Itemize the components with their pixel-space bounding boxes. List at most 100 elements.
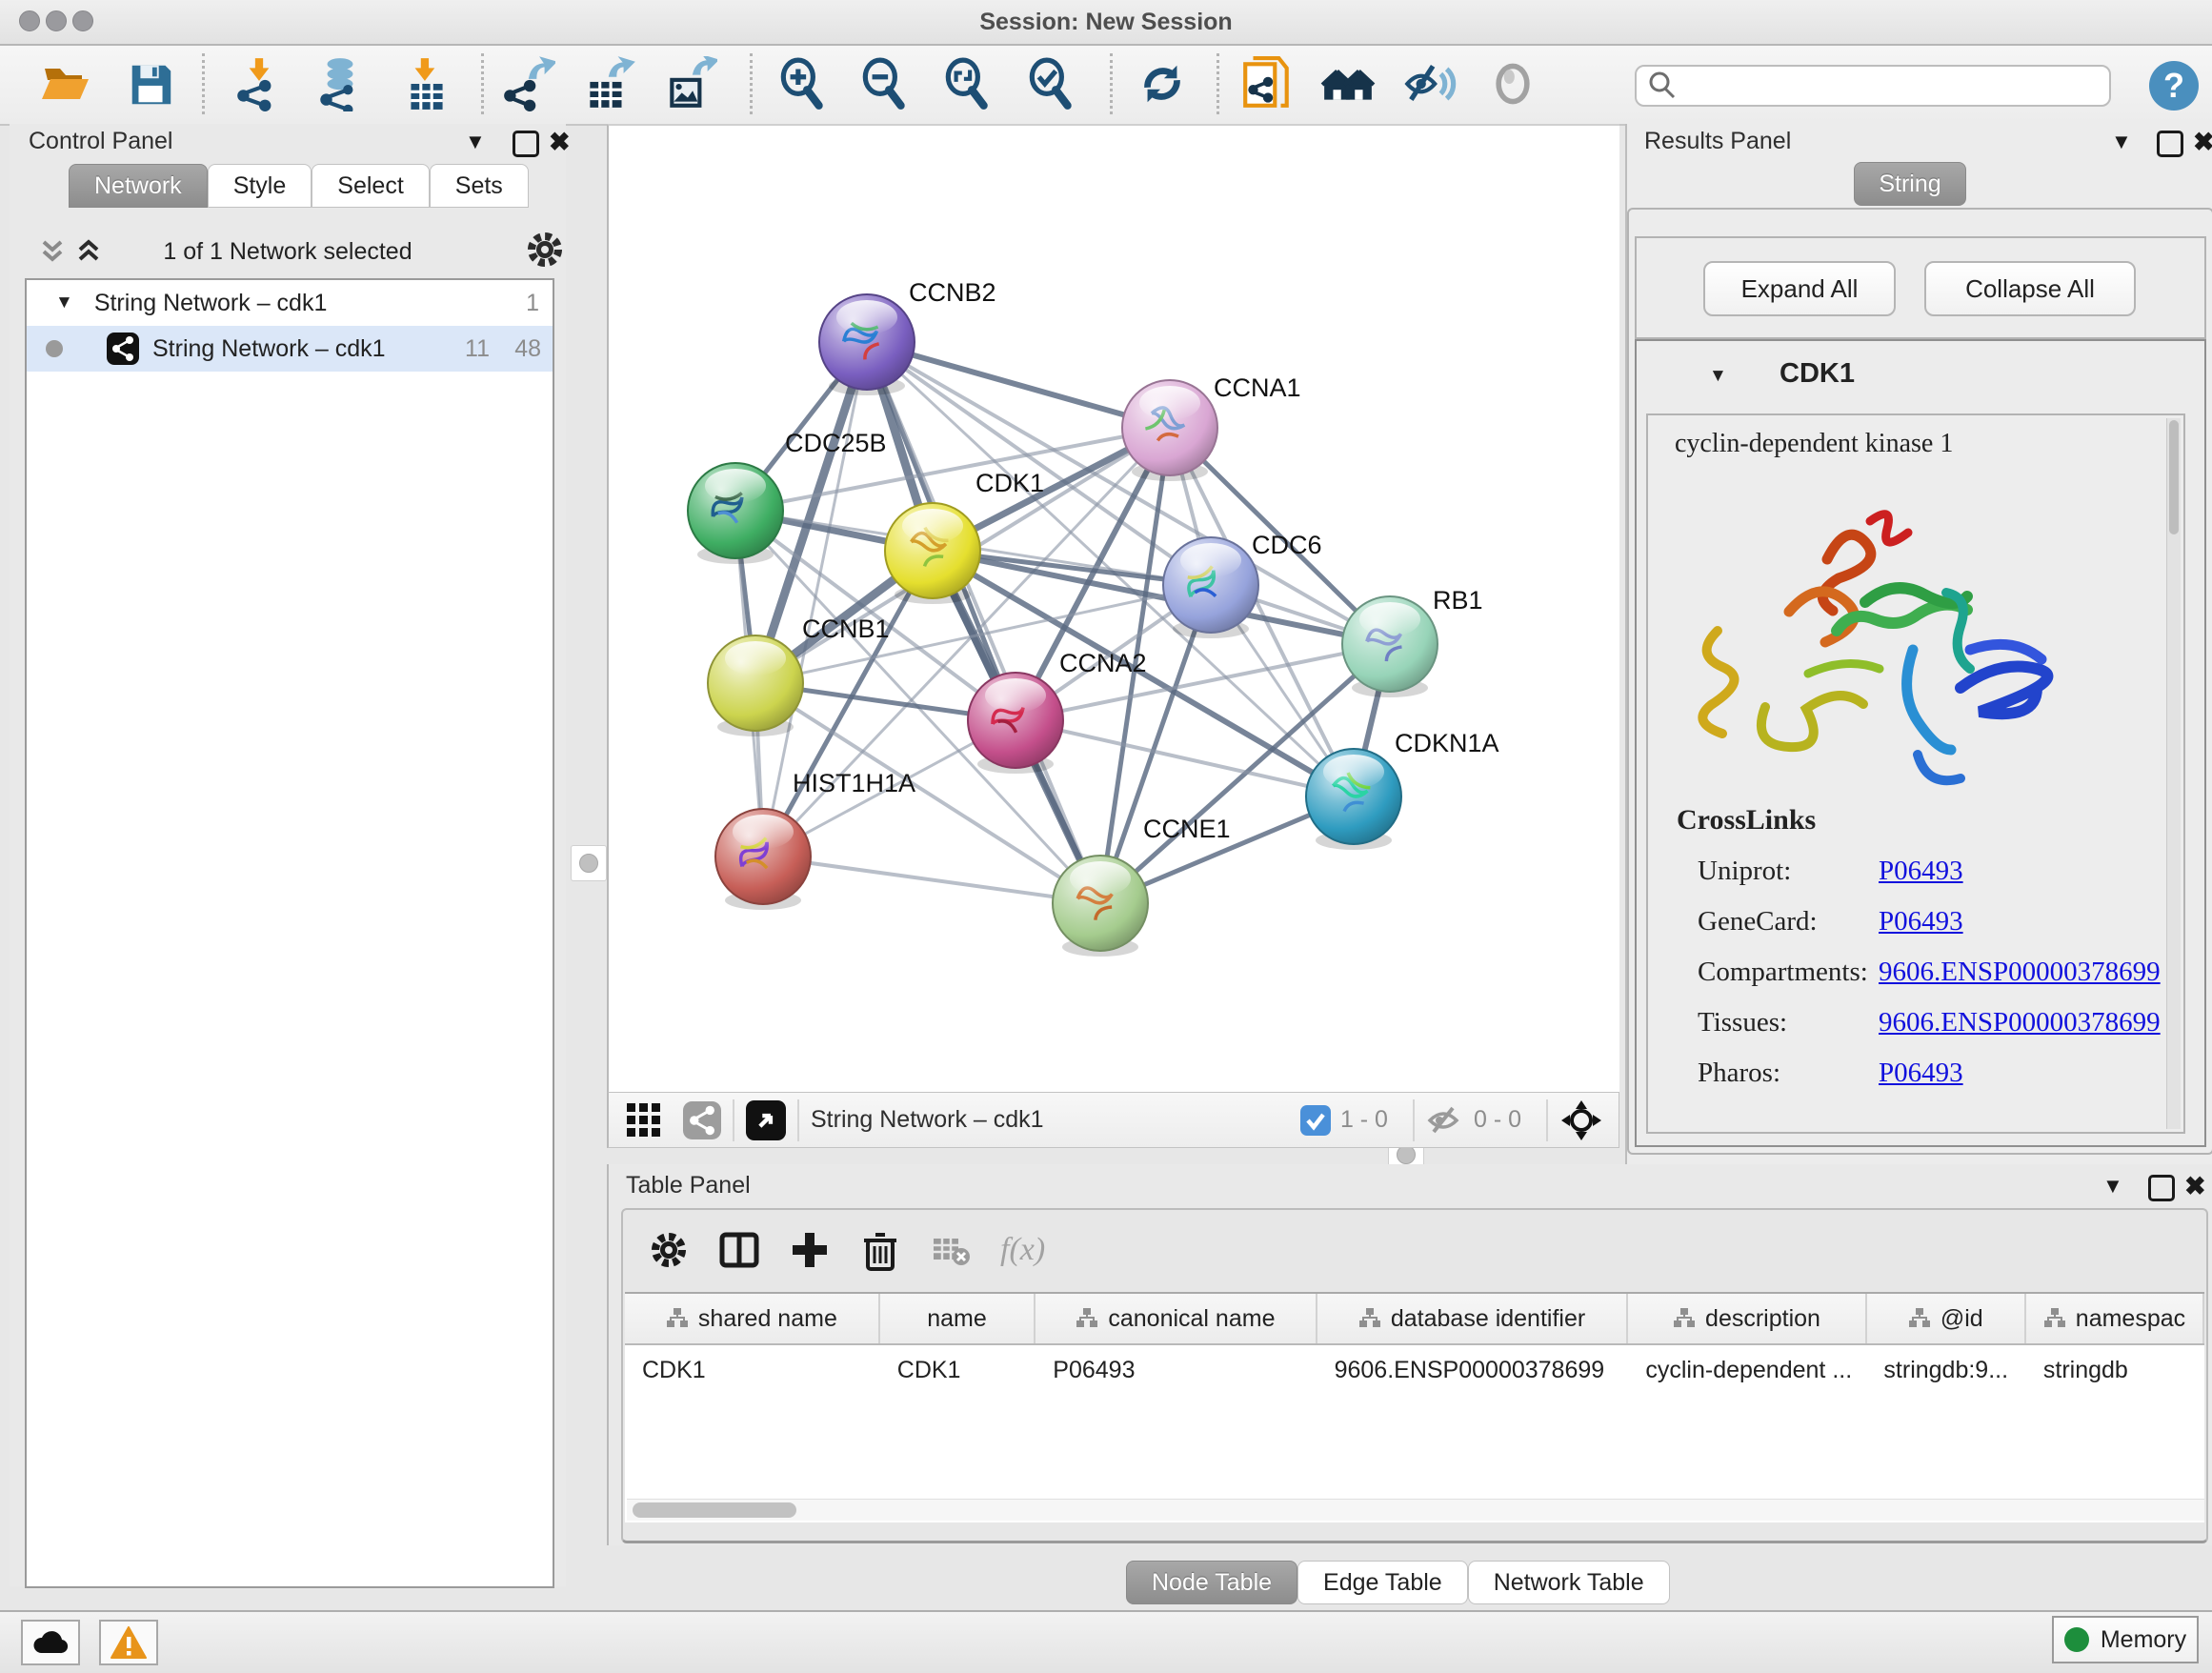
tab-style[interactable]: Style xyxy=(208,164,312,208)
left-splitter-handle[interactable] xyxy=(571,845,607,881)
show-columns-icon[interactable] xyxy=(718,1229,760,1271)
tab-sets[interactable]: Sets xyxy=(430,164,529,208)
gene-collapse-triangle-icon[interactable]: ▼ xyxy=(1709,366,1727,387)
network-graph[interactable]: CCNB2CCNA1CDC25BCDK1CDC6RB1CCNB1CCNA2CDK… xyxy=(609,126,1619,1090)
import-network-button[interactable] xyxy=(231,55,288,112)
collapse-triangle-icon[interactable]: ▼ xyxy=(55,292,73,313)
save-session-button[interactable] xyxy=(122,55,179,112)
selected-checkbox-icon[interactable] xyxy=(1300,1105,1331,1136)
node-table[interactable]: shared namenamecanonical namedatabase id… xyxy=(625,1292,2204,1522)
control-panel-close-icon[interactable]: ✖ xyxy=(549,128,571,157)
control-panel-float-icon[interactable] xyxy=(513,131,539,157)
warning-status-button[interactable] xyxy=(99,1620,158,1665)
results-buttons-box: Expand All Collapse All xyxy=(1635,236,2206,339)
zoom-selected-button[interactable] xyxy=(1022,55,1079,112)
toolbar-divider xyxy=(1546,1099,1548,1141)
search-input[interactable] xyxy=(1635,65,2111,107)
function-builder-icon[interactable]: f(x) xyxy=(1000,1232,1045,1268)
hidden-count: 0 - 0 xyxy=(1474,1106,1521,1134)
tab-edge-table[interactable]: Edge Table xyxy=(1297,1561,1468,1604)
collapse-all-button[interactable]: Collapse All xyxy=(1924,261,2136,316)
grid-view-icon[interactable] xyxy=(626,1102,662,1139)
node-label-CDK1: CDK1 xyxy=(975,469,1044,497)
tab-network[interactable]: Network xyxy=(69,164,208,208)
export-network-button[interactable] xyxy=(499,55,556,112)
zoom-out-button[interactable] xyxy=(855,55,913,112)
crosslink-link[interactable]: P06493 xyxy=(1879,1058,1963,1089)
add-column-plus-icon[interactable] xyxy=(789,1229,831,1271)
control-panel-menu-icon[interactable]: ▼ xyxy=(465,130,486,154)
hide-enhanced-graphics-button[interactable] xyxy=(1484,55,1541,112)
export-image-button[interactable] xyxy=(661,55,718,112)
help-button[interactable]: ? xyxy=(2149,61,2199,111)
column-header--id[interactable]: @id xyxy=(1867,1294,2026,1343)
node-CDC25B[interactable]: CDC25B xyxy=(688,429,887,564)
network-row-selected[interactable]: String Network – cdk1 11 48 xyxy=(27,326,553,372)
column-header-description[interactable]: description xyxy=(1628,1294,1866,1343)
column-header-shared-name[interactable]: shared name xyxy=(625,1294,880,1343)
node-CCNA1[interactable]: CCNA1 xyxy=(1122,373,1301,481)
node-CDC6[interactable]: CDC6 xyxy=(1163,531,1322,638)
tab-node-table[interactable]: Node Table xyxy=(1126,1561,1297,1604)
enhanced-graphics-button[interactable] xyxy=(1400,55,1458,112)
string-protein-query-button[interactable] xyxy=(1319,55,1377,112)
crosslink-link[interactable]: 9606.ENSP00000378699 xyxy=(1879,1007,2161,1038)
results-panel-close-icon[interactable]: ✖ xyxy=(2193,128,2212,157)
table-horizontal-scrollbar[interactable] xyxy=(627,1499,2204,1521)
tab-string[interactable]: String xyxy=(1854,162,1966,206)
gene-description: cyclin-dependent kinase 1 xyxy=(1675,429,1953,459)
open-session-button[interactable] xyxy=(36,55,93,112)
memory-button[interactable]: Memory xyxy=(2052,1616,2199,1663)
tab-select[interactable]: Select xyxy=(312,164,429,208)
network-collection-row[interactable]: ▼ String Network – cdk1 1 xyxy=(27,280,553,326)
expand-all-button[interactable]: Expand All xyxy=(1703,261,1896,316)
table-row[interactable]: CDK1CDK1P064939606.ENSP00000378699cyclin… xyxy=(625,1345,2204,1395)
table-cell[interactable]: CDK1 xyxy=(880,1345,1036,1395)
crosslink-link[interactable]: P06493 xyxy=(1879,856,1963,887)
crosslink-link[interactable]: 9606.ENSP00000378699 xyxy=(1879,957,2161,988)
column-header-database-identifier[interactable]: database identifier xyxy=(1317,1294,1629,1343)
network-view-share-icon[interactable] xyxy=(683,1101,721,1139)
table-cell[interactable]: 9606.ENSP00000378699 xyxy=(1317,1345,1629,1395)
crosslink-label: Pharos: xyxy=(1698,1058,1879,1089)
table-cell[interactable]: stringdb xyxy=(2026,1345,2204,1395)
table-panel-close-icon[interactable]: ✖ xyxy=(2184,1172,2206,1201)
network-options-gear-icon[interactable] xyxy=(524,229,566,275)
table-scrollbar-thumb[interactable] xyxy=(633,1502,796,1518)
hidden-eye-icon[interactable] xyxy=(1426,1105,1464,1136)
column-header-canonical-name[interactable]: canonical name xyxy=(1036,1294,1317,1343)
tab-network-table[interactable]: Network Table xyxy=(1468,1561,1670,1604)
table-cell[interactable]: cyclin-dependent ... xyxy=(1628,1345,1866,1395)
zoom-fit-button[interactable] xyxy=(938,55,995,112)
column-header-namespac[interactable]: namespac xyxy=(2026,1294,2204,1343)
node-RB1[interactable]: RB1 xyxy=(1342,586,1483,697)
import-table-button[interactable] xyxy=(398,55,455,112)
import-network-from-database-button[interactable] xyxy=(312,55,369,112)
results-panel-menu-icon[interactable]: ▼ xyxy=(2111,130,2132,154)
table-cell[interactable]: CDK1 xyxy=(625,1345,880,1395)
cloud-status-button[interactable] xyxy=(21,1620,80,1665)
node-HIST1H1A[interactable]: HIST1H1A xyxy=(715,769,915,910)
results-panel-float-icon[interactable] xyxy=(2157,131,2183,157)
birdseye-view-icon[interactable] xyxy=(746,1100,786,1140)
delete-column-trash-icon[interactable] xyxy=(859,1229,901,1271)
table-panel-float-icon[interactable] xyxy=(2148,1175,2175,1201)
table-cell[interactable]: stringdb:9... xyxy=(1866,1345,2025,1395)
node-CDKN1A[interactable]: CDKN1A xyxy=(1306,729,1499,850)
column-header-name[interactable]: name xyxy=(880,1294,1036,1343)
node-CCNB2[interactable]: CCNB2 xyxy=(819,278,996,395)
delete-table-icon[interactable] xyxy=(930,1229,972,1271)
results-scrollbar-thumb[interactable] xyxy=(2169,420,2179,534)
crosslink-link[interactable]: P06493 xyxy=(1879,906,1963,937)
network-view[interactable]: CCNB2CCNA1CDC25BCDK1CDC6RB1CCNB1CCNA2CDK… xyxy=(607,124,1619,1092)
table-panel-menu-icon[interactable]: ▼ xyxy=(2102,1174,2123,1199)
apply-layout-button[interactable] xyxy=(1134,55,1191,112)
node-CCNE1[interactable]: CCNE1 xyxy=(1053,815,1231,957)
zoom-in-button[interactable] xyxy=(774,55,831,112)
fit-crosshair-icon[interactable] xyxy=(1559,1099,1603,1142)
table-settings-gear-icon[interactable] xyxy=(648,1229,690,1271)
open-in-cytoscape-web-button[interactable] xyxy=(1238,55,1296,112)
results-scrollbar[interactable] xyxy=(2166,418,2181,1129)
export-table-button[interactable] xyxy=(579,55,636,112)
table-cell[interactable]: P06493 xyxy=(1036,1345,1317,1395)
